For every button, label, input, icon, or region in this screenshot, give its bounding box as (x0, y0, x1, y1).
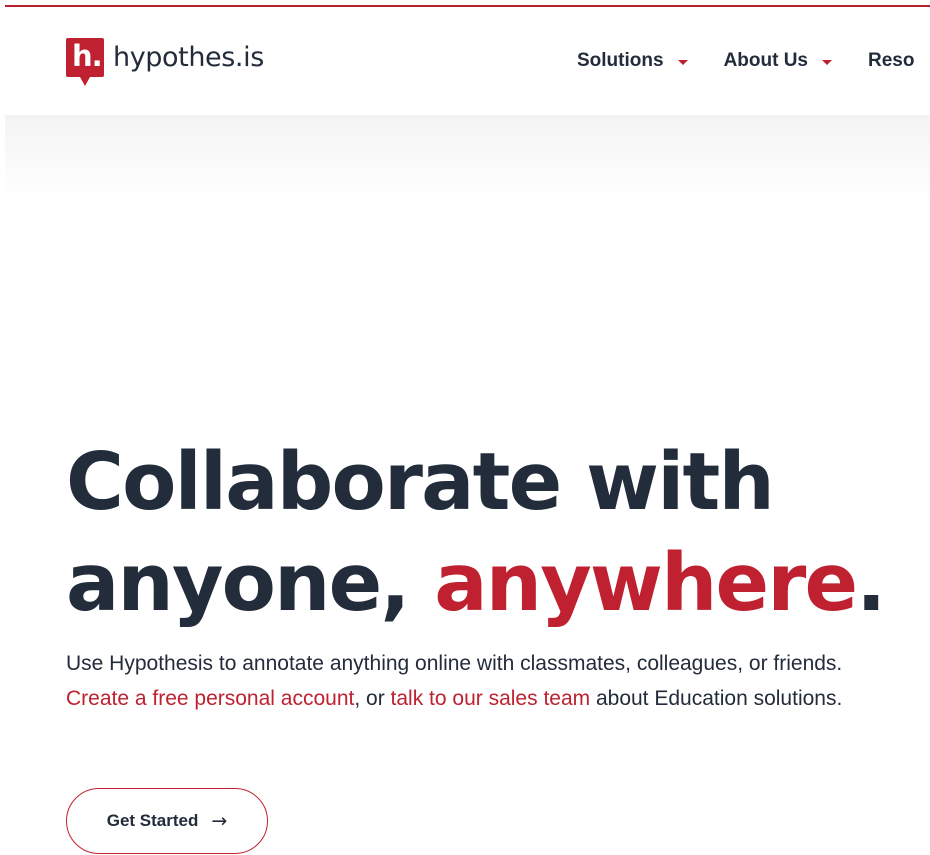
hero-description-text-2: , or (354, 687, 391, 710)
arrow-right-icon: → (211, 809, 228, 832)
create-account-link[interactable]: Create a free personal account (66, 687, 354, 710)
get-started-label: Get Started (106, 811, 199, 830)
talk-to-sales-link[interactable]: talk to our sales team (391, 687, 591, 710)
hypothesis-logo[interactable]: h. hypothes.is (66, 38, 264, 86)
hero-headline-anyone: anyone, (66, 537, 435, 629)
get-started-button[interactable]: Get Started → (66, 788, 268, 854)
caret-down-icon (677, 59, 688, 65)
hero-headline-accent: anywhere (434, 537, 858, 629)
nav-item-about-us[interactable]: About Us (724, 41, 832, 81)
hero-headline-line-2: anyone, anywhere. (66, 533, 886, 634)
header-shadow (5, 115, 930, 199)
caret-down-icon (822, 59, 832, 65)
hero-description: Use Hypothesis to annotate anything onli… (66, 646, 846, 716)
logo-mark-text: h. (72, 39, 103, 73)
hero-headline-line-1: Collaborate with (66, 436, 775, 528)
hero-section: Collaborate with anyone, anywhere. Use H… (66, 432, 886, 854)
page: h. hypothes.is Solutions About Us Reso C… (0, 0, 930, 855)
nav-item-about-us-label: About Us (723, 50, 808, 71)
nav-item-solutions[interactable]: Solutions (577, 41, 688, 81)
site-header: h. hypothes.is Solutions About Us Reso (0, 7, 930, 115)
hero-description-text-1: Use Hypothesis to annotate anything onli… (66, 652, 843, 675)
nav-item-resources-label: Reso (868, 50, 915, 71)
nav-item-solutions-label: Solutions (577, 50, 664, 71)
hypothesis-logo-icon: h. (66, 38, 104, 86)
hero-headline-period: . (856, 537, 886, 629)
logo-wordmark: hypothes.is (113, 42, 264, 73)
main-navigation: Solutions About Us Reso (577, 7, 930, 115)
nav-item-resources[interactable]: Reso (868, 41, 914, 81)
hero-headline: Collaborate with anyone, anywhere. (66, 432, 886, 634)
hero-description-text-3: about Education solutions. (590, 687, 843, 710)
